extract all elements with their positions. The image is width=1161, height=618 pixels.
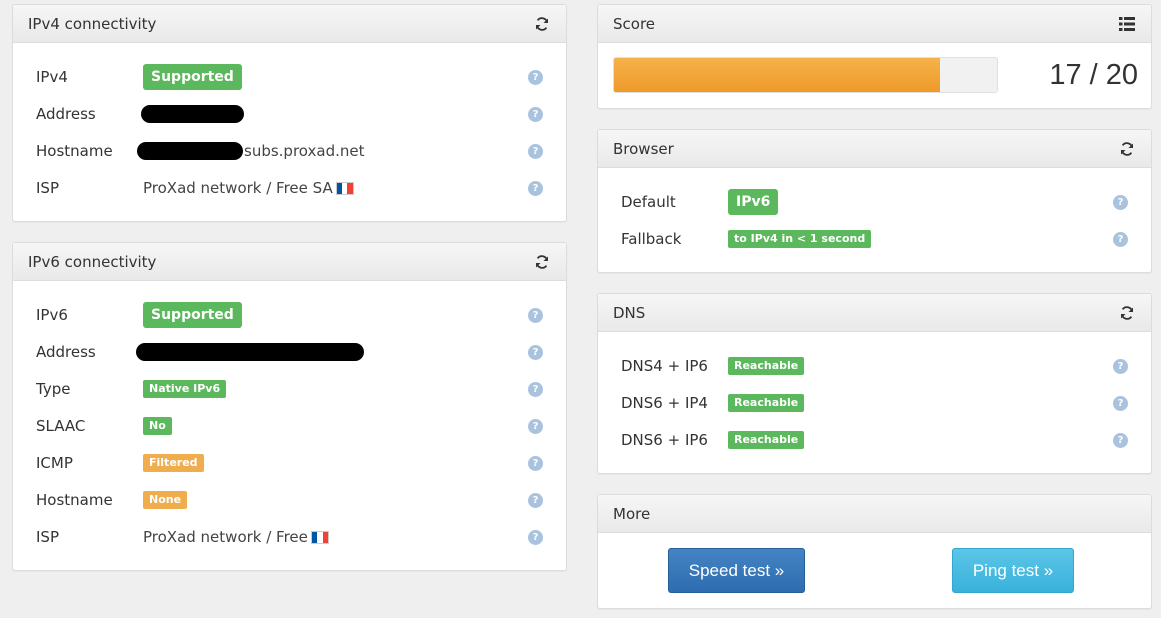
- help-icon[interactable]: ?: [1113, 231, 1128, 247]
- ipv4-address-row: Address ?: [13, 99, 566, 129]
- ipv4-hostname-row: Hostname subs.proxad.net ?: [13, 136, 566, 166]
- ipv6-address-row: Address ?: [13, 337, 566, 367]
- list-icon[interactable]: [1118, 15, 1136, 33]
- dns-panel-heading: DNS: [598, 294, 1151, 332]
- fallback-badge: to IPv4 in < 1 second: [728, 230, 872, 248]
- help-icon[interactable]: ?: [528, 418, 543, 434]
- row-label: DNS6 + IP4: [621, 394, 708, 412]
- reachable-badge: Reachable: [728, 431, 805, 449]
- ipv6-isp-row: ISP ProXad network / Free ?: [13, 522, 566, 552]
- ipv6-row: IPv6 Supported ?: [13, 300, 566, 330]
- more-panel-heading: More: [598, 495, 1151, 533]
- more-panel-title: More: [613, 504, 651, 523]
- ipv4-panel-title: IPv4 connectivity: [28, 14, 157, 33]
- ipv4-isp-row: ISP ProXad network / Free SA ?: [13, 173, 566, 203]
- france-flag-icon: [310, 530, 329, 544]
- ipv4-supported-badge: Supported: [143, 64, 242, 90]
- dns-panel: DNS DNS4 + IP6 Reachable ? DNS6 + IP4 Re…: [597, 293, 1152, 474]
- isp-value: ProXad network / Free SA: [143, 179, 333, 197]
- more-panel: More Speed test » Ping test »: [597, 494, 1152, 609]
- refresh-icon[interactable]: [533, 15, 551, 33]
- ipv4-row: IPv4 Supported ?: [13, 62, 566, 92]
- row-label: DNS6 + IP6: [621, 431, 708, 449]
- score-panel: Score 17 / 20: [597, 4, 1152, 109]
- help-icon[interactable]: ?: [1113, 395, 1128, 411]
- score-panel-heading: Score: [598, 5, 1151, 43]
- browser-panel-title: Browser: [613, 139, 674, 158]
- help-icon[interactable]: ?: [528, 106, 543, 122]
- help-icon[interactable]: ?: [528, 307, 543, 323]
- row-label: Address: [36, 343, 96, 361]
- ipv6-hostname-row: Hostname None ?: [13, 485, 566, 515]
- row-label: Fallback: [621, 230, 682, 248]
- score-progress-bar: [613, 57, 998, 93]
- france-flag-icon: [335, 181, 354, 195]
- redacted-hostname: [137, 142, 243, 160]
- ipv6-icmp-row: ICMP Filtered ?: [13, 448, 566, 478]
- icmp-badge: Filtered: [143, 454, 204, 472]
- help-icon[interactable]: ?: [528, 455, 543, 471]
- ping-test-button[interactable]: Ping test »: [952, 548, 1074, 593]
- score-value: 17 / 20: [1049, 59, 1138, 91]
- dns-row: DNS6 + IP4 Reachable ?: [598, 388, 1151, 418]
- row-label: IPv6: [36, 306, 68, 324]
- row-label: ISP: [36, 528, 59, 546]
- dns-row: DNS6 + IP6 Reachable ?: [598, 425, 1151, 455]
- help-icon[interactable]: ?: [528, 381, 543, 397]
- score-panel-title: Score: [613, 14, 656, 33]
- help-icon[interactable]: ?: [1113, 194, 1128, 210]
- default-badge: IPv6: [728, 189, 779, 215]
- ipv6-type-row: Type Native IPv6 ?: [13, 374, 566, 404]
- help-icon[interactable]: ?: [528, 69, 543, 85]
- row-label: Default: [621, 193, 676, 211]
- refresh-icon[interactable]: [533, 253, 551, 271]
- reachable-badge: Reachable: [728, 357, 805, 375]
- hostname-badge: None: [143, 491, 188, 509]
- isp-value: ProXad network / Free: [143, 528, 308, 546]
- row-label: Hostname: [36, 142, 113, 160]
- help-icon[interactable]: ?: [528, 143, 543, 159]
- help-icon[interactable]: ?: [1113, 358, 1128, 374]
- browser-fallback-row: Fallback to IPv4 in < 1 second ?: [598, 224, 1151, 254]
- ipv6-panel: IPv6 connectivity IPv6 Supported ? Addre…: [12, 242, 567, 571]
- redacted-address: [136, 343, 364, 361]
- row-label: Type: [36, 380, 71, 398]
- help-icon[interactable]: ?: [528, 344, 543, 360]
- refresh-icon[interactable]: [1118, 304, 1136, 322]
- ipv6-slaac-row: SLAAC No ?: [13, 411, 566, 441]
- row-label: Hostname: [36, 491, 113, 509]
- row-label: DNS4 + IP6: [621, 357, 708, 375]
- help-icon[interactable]: ?: [528, 180, 543, 196]
- row-label: Address: [36, 105, 96, 123]
- reachable-badge: Reachable: [728, 394, 805, 412]
- row-label: IPv4: [36, 68, 68, 86]
- help-icon[interactable]: ?: [1113, 432, 1128, 448]
- speed-test-button[interactable]: Speed test »: [668, 548, 805, 593]
- browser-default-row: Default IPv6 ?: [598, 187, 1151, 217]
- hostname-value: subs.proxad.net: [244, 142, 365, 160]
- type-badge: Native IPv6: [143, 380, 227, 398]
- redacted-address: [141, 105, 244, 123]
- row-label: SLAAC: [36, 417, 86, 435]
- score-progress-fill: [614, 58, 940, 92]
- dns-row: DNS4 + IP6 Reachable ?: [598, 351, 1151, 381]
- row-label: ISP: [36, 179, 59, 197]
- dns-panel-title: DNS: [613, 303, 646, 322]
- ipv4-panel: IPv4 connectivity IPv4 Supported ? Addre…: [12, 4, 567, 222]
- ipv6-panel-title: IPv6 connectivity: [28, 252, 157, 271]
- ipv6-panel-heading: IPv6 connectivity: [13, 243, 566, 281]
- slaac-badge: No: [143, 417, 172, 435]
- refresh-icon[interactable]: [1118, 140, 1136, 158]
- browser-panel-heading: Browser: [598, 130, 1151, 168]
- row-label: ICMP: [36, 454, 73, 472]
- browser-panel: Browser Default IPv6 ? Fallback to IPv4 …: [597, 129, 1152, 273]
- ipv4-panel-heading: IPv4 connectivity: [13, 5, 566, 43]
- ipv6-supported-badge: Supported: [143, 302, 242, 328]
- help-icon[interactable]: ?: [528, 492, 543, 508]
- help-icon[interactable]: ?: [528, 529, 543, 545]
